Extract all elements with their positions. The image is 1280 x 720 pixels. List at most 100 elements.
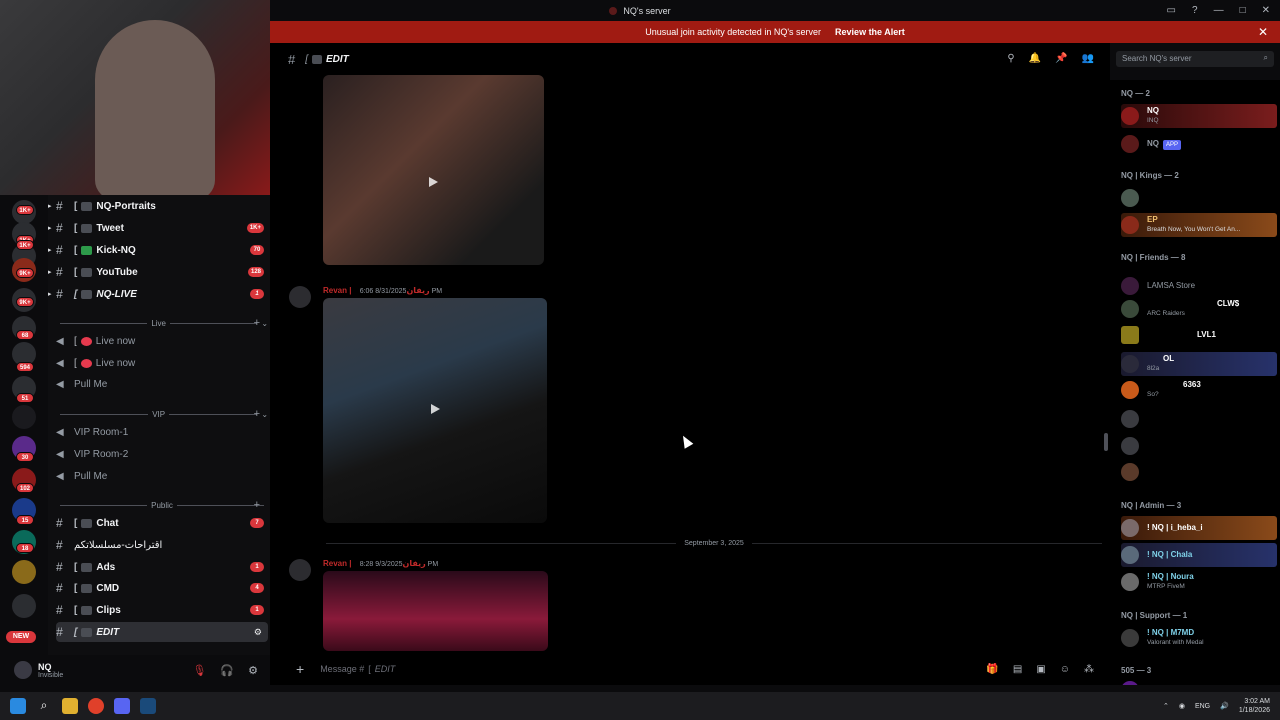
steam-icon[interactable] [140,698,156,714]
channel-tweet[interactable]: ▸ # [ Tweet 1K+ [48,218,268,238]
voice-channel[interactable]: ◀ VIP Room-2 [56,444,268,464]
voice-channel[interactable]: ◀ Pull Me [56,374,268,394]
avatar[interactable] [289,559,311,581]
chrome-icon[interactable] [88,698,104,714]
chevron-right-icon: ▸ [48,247,52,254]
channel-ads[interactable]: # [ Ads 1 [56,557,268,577]
avatar[interactable] [289,286,311,308]
category-public[interactable]: Public + [56,499,268,511]
gift-icon[interactable]: 🎁 [986,664,998,675]
channel-edit[interactable]: # [ EDIT ⚙ [56,622,268,642]
member-item[interactable]: LVL1 [1121,323,1277,347]
member-item[interactable] [1121,460,1277,484]
user-name: NQ [38,661,52,672]
tray-chevron-icon[interactable]: ⌃ [1163,702,1169,710]
member-item[interactable]: ! NQ | M7MD Valorant with Medal [1121,626,1277,650]
voice-channel[interactable]: ◀ [ Live now [56,331,268,351]
review-alert-button[interactable]: Review the Alert [835,27,905,37]
network-icon[interactable]: ◉ [1179,702,1185,710]
add-channel-icon[interactable]: + [254,317,260,329]
member-item[interactable] [1121,434,1277,458]
channel-clips[interactable]: # [ Clips 1 [56,600,268,620]
member-item[interactable]: ! NQ | i_heba_i [1121,516,1277,540]
scrollbar[interactable] [1104,433,1108,451]
channel-nq-live[interactable]: ▸ # [ NQ-LIVE 1 [48,284,268,304]
member-item[interactable] [1121,407,1277,431]
voice-channel[interactable]: ◀ Pull Me [56,466,268,486]
file-explorer-icon[interactable] [62,698,78,714]
deafen-icon[interactable]: 🎧 [220,664,234,677]
close-window-icon[interactable]: ✕ [1262,5,1270,16]
channel-cmd[interactable]: # [ CMD 4 [56,578,268,598]
member-item[interactable]: NQ APP [1121,132,1277,156]
volume-icon[interactable]: 🔊 [1220,702,1229,710]
gif-icon[interactable]: ▤ [1013,664,1022,675]
member-list: NQ — 2 NQ INQ NQ APP NQ | Kings — 2 EP Brea… [1110,80,1280,685]
member-item[interactable]: LAMSA Store [1121,274,1277,298]
windows-start-icon[interactable] [10,698,26,714]
member-item[interactable]: OL 8l2a [1121,352,1277,376]
hash-icon: # [56,265,63,279]
channel-kick-nq[interactable]: ▸ # [ Kick-NQ 70 [48,240,268,260]
member-item[interactable]: 96 [1121,678,1277,685]
mute-icon[interactable]: 🎙 [192,664,206,677]
search-icon[interactable]: ⌕ [36,698,52,714]
channel-label: Clips [96,604,121,616]
sticker-icon[interactable]: ▣ [1036,664,1045,675]
members-icon[interactable]: 👥 [1082,53,1094,64]
maximize-icon[interactable]: □ [1240,5,1246,16]
member-item[interactable]: ! NQ | Noura MTRP FiveM [1121,570,1277,594]
member-item[interactable]: NQ INQ [1121,104,1277,128]
video-thumbnail[interactable] [323,298,547,523]
server-icon-9[interactable] [12,405,36,429]
pin-icon[interactable]: 📌 [1055,53,1067,64]
voice-channel[interactable]: ◀ VIP Room-1 [56,422,268,442]
apps-icon[interactable]: ⁂ [1084,664,1094,675]
server-icon-14[interactable] [12,560,36,584]
chevron-right-icon: ▸ [48,225,52,232]
member-item[interactable] [1121,186,1277,210]
channel-header: # [ EDIT [288,51,349,67]
channel-youtube[interactable]: ▸ # [ YouTube 128 [48,262,268,282]
server-icon-15[interactable] [12,594,36,618]
channel-chat[interactable]: # [ Chat 7 [56,513,268,533]
emoji-icon[interactable]: ☺ [1060,664,1070,675]
discord-icon[interactable] [114,698,130,714]
threads-icon[interactable]: ⚲ [1007,53,1014,64]
play-icon[interactable] [428,402,442,416]
unread-badge: 4 [250,583,264,593]
member-item[interactable]: 6363 So? [1121,378,1277,402]
voice-channel[interactable]: ◀ [ Live now [56,353,268,373]
add-channel-icon[interactable]: + [254,408,260,420]
search-input[interactable]: Search NQ's server ⌕ [1116,51,1274,67]
category-live[interactable]: Live ⌄ + [56,317,268,329]
user-settings-icon[interactable]: ⚙ [248,664,258,677]
minimize-icon[interactable]: — [1214,5,1224,16]
play-icon[interactable] [426,175,440,189]
video-thumbnail[interactable] [323,571,548,651]
member-item[interactable]: EP Breath Now, You Won't Get An... [1121,213,1277,237]
category-vip[interactable]: VIP ⌄ + [56,408,268,420]
close-alert-icon[interactable]: ✕ [1258,25,1268,39]
help-icon[interactable]: ? [1192,5,1198,16]
add-channel-icon[interactable]: + [254,499,260,511]
member-item[interactable]: ! NQ | Chala [1121,543,1277,567]
bell-icon[interactable]: 🔔 [1029,53,1041,64]
channel-label: NQ-LIVE [96,288,137,300]
settings-icon[interactable]: ⚙ [254,627,262,638]
channel-emoji-icon [81,627,93,637]
inbox-icon[interactable]: ▭ [1167,5,1176,16]
channel-nq-portraits[interactable]: ▸ # [ NQ-Portraits [48,196,268,216]
video-thumbnail[interactable] [323,75,544,265]
channel-suggestions[interactable]: # اقتراحات-مسلسلاتكم [56,535,268,555]
attach-icon[interactable]: + [296,661,304,677]
channel-label: Kick-NQ [96,244,136,256]
message-composer[interactable]: + Message # [ EDIT 🎁 ▤ ▣ ☺ ⁂ [282,656,1102,682]
member-item[interactable]: CLW$ ARC Raiders [1121,297,1277,321]
channel-emoji-icon [81,518,93,528]
avatar[interactable] [14,661,32,679]
language-indicator[interactable]: ENG [1195,703,1210,710]
alert-banner: Unusual join activity detected in NQ's s… [270,21,1280,43]
server-badge: 68 [16,330,34,340]
clock[interactable]: 3:02 AM 1/18/2026 [1239,697,1270,715]
